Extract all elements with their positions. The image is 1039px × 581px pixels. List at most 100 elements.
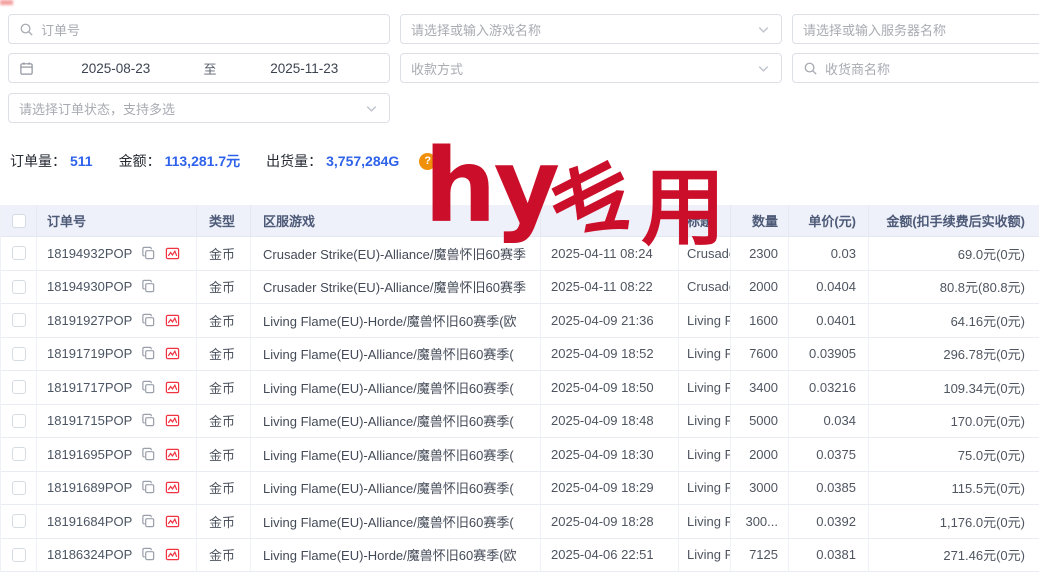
row-checkbox[interactable]	[12, 347, 26, 361]
game-name-select[interactable]: 请选择或输入游戏名称	[400, 14, 782, 44]
select-all-cell	[1, 205, 37, 236]
amount-cell: 109.34元(0元)	[869, 371, 1039, 404]
stat-volume-value: 3,757,284G	[326, 153, 399, 169]
row-checkbox[interactable]	[12, 313, 26, 327]
copy-icon[interactable]	[141, 447, 156, 462]
order-number: 18191684POP	[47, 514, 132, 529]
row-checkbox-cell	[1, 371, 37, 404]
order-number: 18194930POP	[47, 279, 132, 294]
unit-price-cell: 0.03216	[789, 371, 869, 404]
copy-icon[interactable]	[141, 346, 156, 361]
server-name-select[interactable]: 请选择或输入服务器名称	[792, 14, 1039, 44]
region-game-cell: Crusader Strike(EU)-Alliance/魔兽怀旧60赛季	[251, 237, 541, 270]
screenshot-icon[interactable]	[165, 514, 180, 529]
screenshot-icon[interactable]	[165, 547, 180, 562]
type-cell: 金币	[197, 405, 251, 438]
order-number: 18191695POP	[47, 447, 132, 462]
table-body: 18194932POP金币Crusader Strike(EU)-Allianc…	[1, 237, 1039, 572]
copy-icon[interactable]	[141, 279, 156, 294]
stat-amount-value: 113,281.7元	[165, 151, 241, 171]
receiver-merchant-input[interactable]: 收货商名称	[792, 53, 1039, 83]
amount-cell: 64.16元(0元)	[869, 304, 1039, 337]
order-cell: 18194930POP	[37, 271, 197, 304]
unit-price-cell: 0.0381	[789, 539, 869, 572]
date-start-value[interactable]: 2025-08-23	[41, 61, 191, 76]
copy-icon[interactable]	[141, 380, 156, 395]
corner-artifact	[0, 0, 13, 5]
type-cell: 金币	[197, 505, 251, 538]
quantity-cell: 7600	[731, 338, 789, 371]
server-name-placeholder: 请选择或输入服务器名称	[803, 20, 946, 39]
table-row: 18191695POP金币Living Flame(EU)-Alliance/魔…	[1, 438, 1039, 472]
title-cell: Living Fl	[679, 338, 731, 371]
stat-amount-label: 金额：	[119, 151, 161, 171]
region-game-cell: Living Flame(EU)-Alliance/魔兽怀旧60赛季(	[251, 505, 541, 538]
row-checkbox-cell	[1, 405, 37, 438]
order-number-placeholder: 订单号	[41, 20, 80, 39]
quantity-cell: 5000	[731, 405, 789, 438]
order-time-cell: 2025-04-09 18:30	[541, 438, 679, 471]
unit-price-cell: 0.034	[789, 405, 869, 438]
copy-icon[interactable]	[141, 480, 156, 495]
unit-price-cell: 0.0392	[789, 505, 869, 538]
date-range-picker[interactable]: 2025-08-23 至 2025-11-23	[8, 53, 390, 83]
chevron-down-icon	[756, 61, 771, 76]
title-cell: Crusade	[679, 237, 731, 270]
table-row: 18191927POP金币Living Flame(EU)-Horde/魔兽怀旧…	[1, 304, 1039, 338]
screenshot-icon[interactable]	[165, 346, 180, 361]
row-checkbox-cell	[1, 304, 37, 337]
row-checkbox[interactable]	[12, 514, 26, 528]
screenshot-icon[interactable]	[165, 480, 180, 495]
quantity-cell: 2000	[731, 438, 789, 471]
quantity-cell: 300...	[731, 505, 789, 538]
unit-price-cell: 0.0385	[789, 472, 869, 505]
row-checkbox-cell	[1, 539, 37, 572]
header-type: 类型	[197, 205, 251, 236]
summary-stats: 订单量： 511 金额： 113,281.7元 出货量： 3,757,284G …	[10, 151, 436, 171]
row-checkbox[interactable]	[12, 414, 26, 428]
screenshot-icon[interactable]	[165, 380, 180, 395]
receiver-merchant-placeholder: 收货商名称	[825, 59, 890, 78]
table-row: 18191684POP 金币Living Flame(EU)-Alliance/魔…	[1, 505, 1039, 539]
row-checkbox[interactable]	[12, 246, 26, 260]
header-time	[541, 205, 679, 236]
unit-price-cell: 0.0404	[789, 271, 869, 304]
screenshot-icon[interactable]	[165, 246, 180, 261]
payment-method-select[interactable]: 收款方式	[400, 53, 782, 83]
select-all-checkbox[interactable]	[12, 214, 26, 228]
order-number-input[interactable]: 订单号	[8, 14, 390, 44]
copy-icon[interactable]	[141, 547, 156, 562]
table-row: 18191689POP金币Living Flame(EU)-Alliance/魔…	[1, 472, 1039, 506]
header-qty: 数量	[731, 205, 789, 236]
row-checkbox-cell	[1, 271, 37, 304]
copy-icon[interactable]	[141, 514, 156, 529]
region-game-cell: Living Flame(EU)-Alliance/魔兽怀旧60赛季(	[251, 405, 541, 438]
row-checkbox[interactable]	[12, 481, 26, 495]
row-checkbox-cell	[1, 338, 37, 371]
copy-icon[interactable]	[141, 313, 156, 328]
screenshot-icon[interactable]	[165, 447, 180, 462]
screenshot-icon[interactable]	[165, 413, 180, 428]
order-cell: 18191927POP	[37, 304, 197, 337]
stat-volume-label: 出货量：	[266, 151, 322, 171]
amount-cell: 170.0元(0元)	[869, 405, 1039, 438]
header-title: 标题	[679, 205, 731, 236]
amount-cell: 75.0元(0元)	[869, 438, 1039, 471]
search-icon	[19, 22, 34, 37]
unit-price-cell: 0.0401	[789, 304, 869, 337]
order-time-cell: 2025-04-09 18:52	[541, 338, 679, 371]
row-checkbox[interactable]	[12, 548, 26, 562]
order-status-placeholder: 请选择订单状态，支持多选	[19, 99, 175, 118]
order-cell: 18191684POP	[37, 505, 197, 538]
help-icon[interactable]: ?	[419, 153, 436, 170]
stat-order-count: 订单量： 511	[10, 151, 93, 171]
row-checkbox[interactable]	[12, 380, 26, 394]
screenshot-icon[interactable]	[165, 313, 180, 328]
row-checkbox[interactable]	[12, 280, 26, 294]
date-end-value[interactable]: 2025-11-23	[230, 61, 380, 76]
row-checkbox[interactable]	[12, 447, 26, 461]
chevron-down-icon	[364, 101, 379, 116]
order-status-select[interactable]: 请选择订单状态，支持多选	[8, 93, 390, 123]
copy-icon[interactable]	[141, 246, 156, 261]
copy-icon[interactable]	[141, 413, 156, 428]
